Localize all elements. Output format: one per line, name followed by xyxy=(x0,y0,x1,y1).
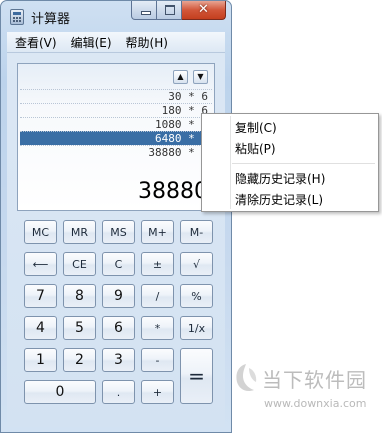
menu-clear-history[interactable]: 清除历史记录(L) xyxy=(235,191,323,208)
watermark-logo-icon xyxy=(236,364,257,392)
memory-store-button[interactable]: MS xyxy=(102,220,135,244)
equals-button[interactable]: = xyxy=(180,348,213,404)
menu-bar: 查看(V) 编辑(E) 帮助(H) xyxy=(7,32,225,53)
menu-copy[interactable]: 复制(C) xyxy=(235,119,277,136)
add-button[interactable]: + xyxy=(141,380,174,404)
context-menu-gutter xyxy=(230,116,231,209)
context-menu: 复制(C) 粘贴(P) 隐藏历史记录(H) 清除历史记录(L) xyxy=(201,113,379,212)
minimize-icon xyxy=(141,11,151,15)
menu-edit[interactable]: 编辑(E) xyxy=(63,34,118,51)
digit-8-button[interactable]: 8 xyxy=(63,284,96,308)
decimal-button[interactable]: . xyxy=(102,380,135,404)
window-title: 计算器 xyxy=(31,12,71,27)
watermark-url: www.downxia.com xyxy=(264,397,367,410)
maximize-icon xyxy=(165,5,175,15)
digit-2-button[interactable]: 2 xyxy=(63,348,96,372)
title-bar[interactable]: 计算器 ✕ xyxy=(1,1,231,31)
digit-1-button[interactable]: 1 xyxy=(24,348,57,372)
digit-6-button[interactable]: 6 xyxy=(102,316,135,340)
menu-hide-history[interactable]: 隐藏历史记录(H) xyxy=(235,170,325,187)
negate-button[interactable]: ± xyxy=(141,252,174,276)
digit-4-button[interactable]: 4 xyxy=(24,316,57,340)
calculator-body: ▲ ▼ 30 * 6 180 * 6 1080 * 6 6480 * 6 38880 *… xyxy=(7,53,225,427)
subtract-button[interactable]: - xyxy=(141,348,174,372)
memory-add-button[interactable]: M+ xyxy=(141,220,174,244)
reciprocal-button[interactable]: 1/x xyxy=(180,316,213,340)
memory-recall-button[interactable]: MR xyxy=(63,220,96,244)
digit-5-button[interactable]: 5 xyxy=(63,316,96,340)
menu-paste[interactable]: 粘贴(P) xyxy=(235,140,276,157)
watermark-brand: 当下软件园 xyxy=(262,368,367,392)
memory-subtract-button[interactable]: M- xyxy=(180,220,213,244)
divide-button[interactable]: / xyxy=(141,284,174,308)
menu-view[interactable]: 查看(V) xyxy=(7,34,63,51)
backspace-button[interactable]: ⟵ xyxy=(24,252,57,276)
multiply-button[interactable]: * xyxy=(141,316,174,340)
minimize-button[interactable] xyxy=(131,1,157,20)
menu-help[interactable]: 帮助(H) xyxy=(118,34,174,51)
context-menu-separator xyxy=(232,163,375,164)
digit-9-button[interactable]: 9 xyxy=(102,284,135,308)
close-icon: ✕ xyxy=(198,2,209,17)
digit-7-button[interactable]: 7 xyxy=(24,284,57,308)
sqrt-button[interactable]: √ xyxy=(180,252,213,276)
percent-button[interactable]: % xyxy=(180,284,213,308)
keypad: MC MR MS M+ M- ⟵ CE C ± √ 7 8 9/% 4 5 6 * 1/x 1 2 3- = 0. + xyxy=(7,53,225,427)
digit-0-button[interactable]: 0 xyxy=(24,380,96,404)
calculator-app-icon xyxy=(10,9,24,25)
digit-3-button[interactable]: 3 xyxy=(102,348,135,372)
clear-entry-button[interactable]: CE xyxy=(63,252,96,276)
close-button[interactable]: ✕ xyxy=(182,1,226,20)
clear-button[interactable]: C xyxy=(102,252,135,276)
calculator-window: 计算器 ✕ 查看(V) 编辑(E) 帮助(H) ▲ ▼ 30 * 6 180 * … xyxy=(0,0,232,433)
maximize-button[interactable] xyxy=(157,1,182,20)
memory-clear-button[interactable]: MC xyxy=(24,220,57,244)
caption-buttons: ✕ xyxy=(131,1,226,21)
